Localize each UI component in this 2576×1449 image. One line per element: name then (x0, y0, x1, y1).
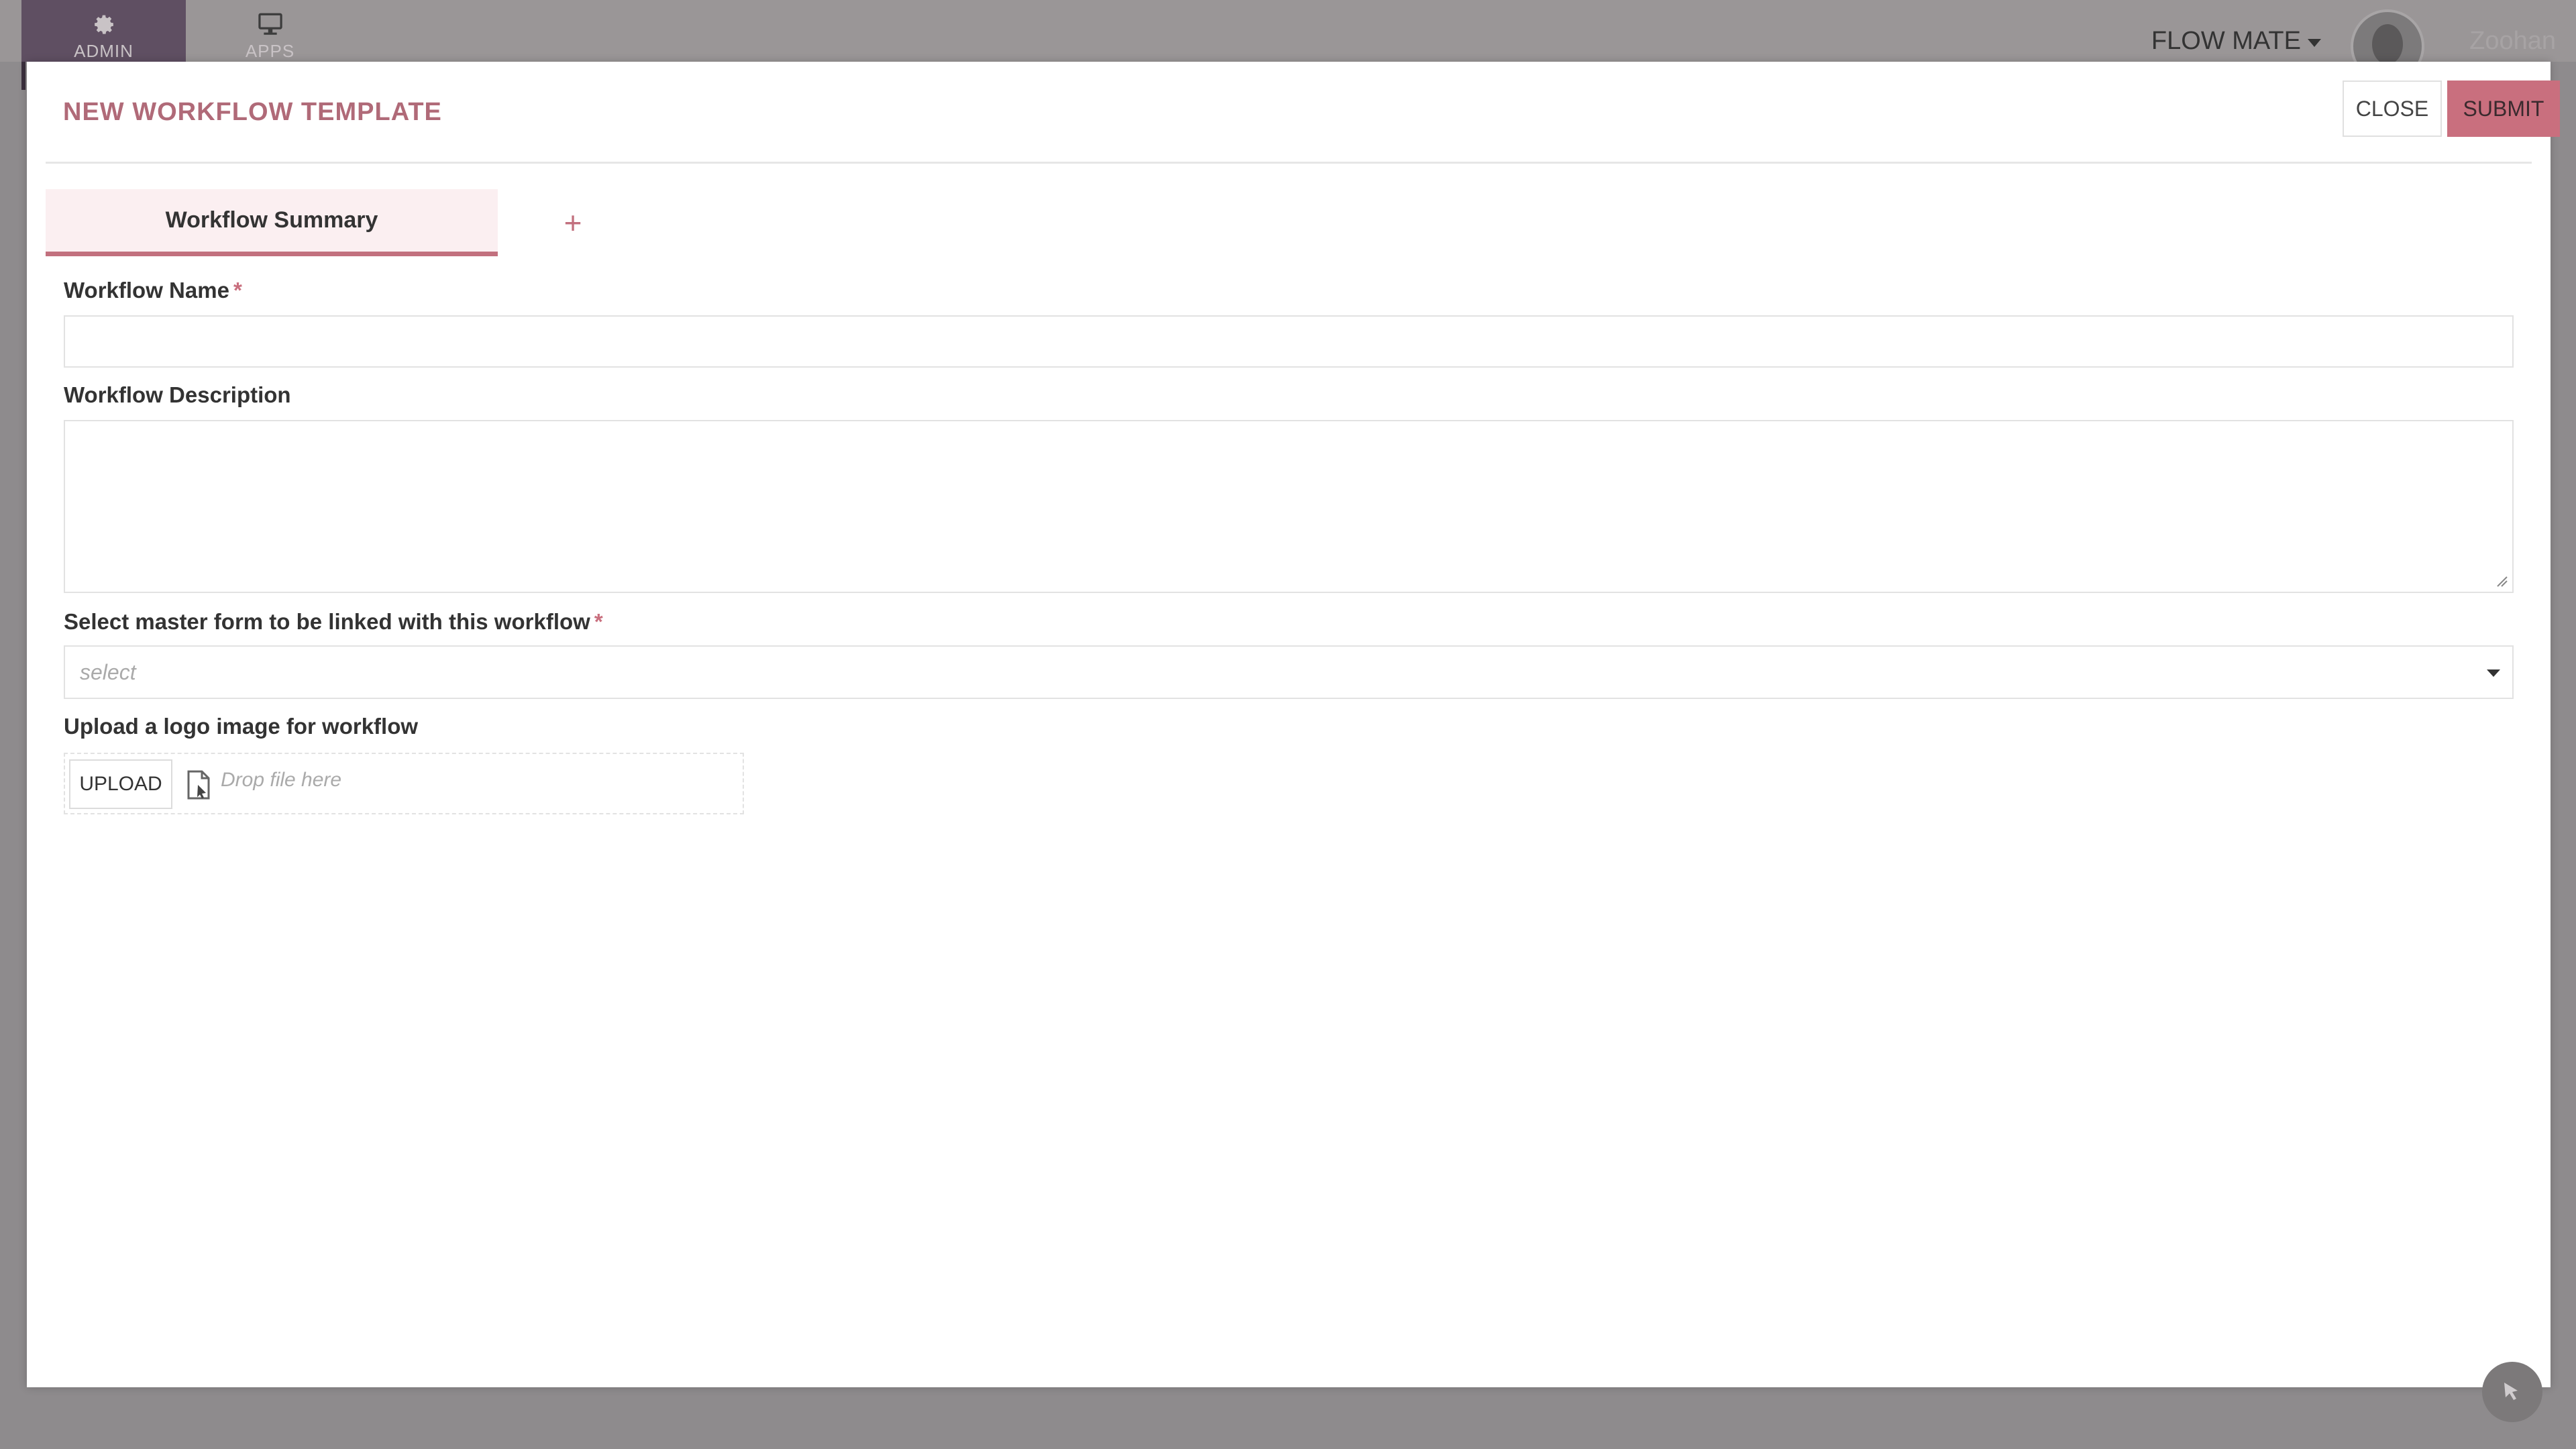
user-name: Zoohan (2469, 27, 2556, 55)
master-form-label-text: Select master form to be linked with thi… (64, 609, 590, 634)
gear-icon (94, 15, 113, 34)
upload-button[interactable]: UPLOAD (69, 759, 172, 809)
nav-tab-admin[interactable]: ADMIN (21, 0, 186, 62)
required-mark: * (233, 278, 242, 303)
file-drop-zone[interactable]: UPLOAD Drop file here (64, 753, 744, 814)
workflow-name-label-text: Workflow Name (64, 278, 229, 303)
floating-action-button[interactable] (2482, 1362, 2542, 1422)
required-mark: * (594, 609, 603, 634)
modal-header: NEW WORKFLOW TEMPLATE CLOSE SUBMIT (46, 62, 2560, 164)
workflow-description-textarea[interactable] (64, 420, 2514, 593)
workflow-description-label: Workflow Description (64, 382, 291, 407)
file-drop-icon (187, 770, 210, 800)
brand-menu[interactable]: FLOW MATE (2151, 27, 2321, 56)
workflow-name-input[interactable] (64, 315, 2514, 368)
close-button[interactable]: CLOSE (2343, 80, 2442, 137)
brand-name: FLOW MATE (2151, 27, 2301, 55)
add-tab-button[interactable]: + (555, 205, 590, 240)
nav-tab-apps[interactable]: APPS (188, 0, 352, 62)
master-form-placeholder: select (80, 659, 136, 684)
logo-upload-label: Upload a logo image for workflow (64, 714, 419, 739)
master-form-label: Select master form to be linked with thi… (64, 609, 603, 635)
submit-button[interactable]: SUBMIT (2447, 80, 2560, 137)
modal-title: NEW WORKFLOW TEMPLATE (63, 98, 442, 126)
monitor-icon (258, 13, 282, 35)
chevron-down-icon (2487, 669, 2500, 677)
new-workflow-template-modal: NEW WORKFLOW TEMPLATE CLOSE SUBMIT Workf… (27, 62, 2560, 1387)
chevron-down-icon (2308, 38, 2321, 47)
cursor-icon (2504, 1383, 2518, 1400)
drop-file-text: Drop file here (221, 769, 342, 791)
tab-workflow-summary[interactable]: Workflow Summary (46, 189, 498, 256)
workflow-name-label: Workflow Name * (64, 278, 242, 303)
resize-grip-icon[interactable] (2495, 574, 2508, 588)
nav-tab-apps-label: APPS (245, 41, 295, 61)
nav-tab-admin-label: ADMIN (74, 41, 133, 61)
user-silhouette-icon (2372, 24, 2403, 64)
master-form-select[interactable]: select (64, 645, 2514, 699)
left-strip (21, 62, 25, 90)
